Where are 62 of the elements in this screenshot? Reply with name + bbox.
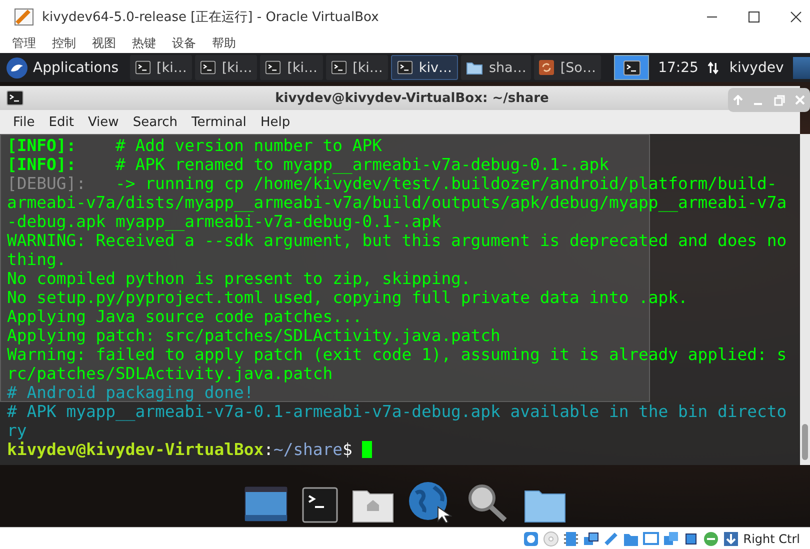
- mouse-logo-icon[interactable]: [6, 56, 28, 78]
- menu-item[interactable]: 控制: [46, 34, 82, 52]
- cpu-icon[interactable]: [683, 530, 700, 546]
- terminal-line: Applying Java source code patches...: [7, 307, 364, 326]
- network-icon[interactable]: [583, 530, 600, 546]
- taskbar-item[interactable]: [So…: [534, 55, 601, 80]
- terminal-icon[interactable]: [302, 487, 338, 523]
- applications-menu[interactable]: Applications: [33, 60, 119, 76]
- taskbar-item[interactable]: [ki…: [326, 55, 388, 80]
- close-icon[interactable]: [790, 10, 802, 22]
- panel-item[interactable]: [792, 56, 810, 78]
- menu-item[interactable]: File: [6, 114, 42, 130]
- menu-item[interactable]: Terminal: [184, 114, 254, 130]
- terminal-icon: [134, 60, 151, 75]
- terminal-icon: [622, 60, 640, 76]
- terminal-line: # Android packaging done!: [7, 383, 255, 402]
- menu-item[interactable]: 帮助: [206, 34, 242, 52]
- terminal-line: [DEBUG]: -> running cp /home/kivydev/test/.buildozer/android/platform/build-armeabi-v7a/dists/myapp__armeabi-v7a/build/outputs/apk/debug/myapp__armeabi-v7a-debug.apk myapp__armeabi-v7a-debug-0.1-.apk: [7, 174, 787, 231]
- globe-icon[interactable]: [408, 481, 452, 523]
- scrollbar[interactable]: [800, 134, 810, 465]
- user-menu[interactable]: kivydev: [723, 60, 790, 76]
- terminal-line: kivydev@kivydev-VirtualBox:~/share$: [7, 440, 787, 459]
- terminal-icon: [265, 60, 282, 75]
- keyboard-arrow-icon[interactable]: [723, 530, 740, 546]
- taskbar-item[interactable]: [ki…: [130, 55, 192, 80]
- window-title: kivydev64-5.0-release [正在运行] - Oracle VirtualBox: [42, 8, 380, 26]
- display-icon[interactable]: [643, 530, 660, 546]
- menu-item[interactable]: 视图: [86, 34, 122, 52]
- menu-item[interactable]: 管理: [6, 34, 42, 52]
- menu-item[interactable]: Help: [253, 114, 298, 130]
- menu-item[interactable]: 热键: [126, 34, 162, 52]
- terminal-icon: [6, 90, 24, 106]
- workspace-switcher[interactable]: [614, 55, 650, 80]
- maximize-icon[interactable]: [748, 10, 760, 22]
- menu-item[interactable]: Edit: [42, 114, 81, 130]
- menu-item[interactable]: Search: [126, 114, 184, 130]
- host-key-label: Right Ctrl: [743, 532, 800, 546]
- taskbar-item[interactable]: sha…: [460, 55, 532, 80]
- terminal-icon: [200, 60, 216, 75]
- clock[interactable]: 17:25: [652, 60, 704, 76]
- terminal-icon: [396, 60, 413, 75]
- taskbar-item[interactable]: [ki…: [194, 55, 258, 80]
- refresh-icon: [539, 60, 554, 75]
- terminal-line: No setup.py/pyproject.toml used, copying full private data into .apk.: [7, 288, 689, 307]
- terminal-icon: [330, 60, 347, 75]
- terminal-line: Warning: failed to apply patch (exit code 1), assuming it is already applied: src/patches/SDLActivity.java.patch: [7, 345, 787, 383]
- folder-icon: [466, 60, 483, 74]
- audio-icon[interactable]: [563, 530, 580, 546]
- cursor: [362, 441, 372, 458]
- menu-item[interactable]: 设备: [166, 34, 202, 52]
- terminal-line: [INFO]: # Add version number to APK: [7, 136, 383, 155]
- terminal-line: [INFO]: # APK renamed to myapp__armeabi-v7a-debug-0.1-.apk: [7, 155, 610, 174]
- menu-item[interactable]: View: [80, 114, 126, 130]
- virtualbox-logo-icon: [14, 8, 34, 26]
- taskbar-item[interactable]: kiv…: [390, 55, 458, 80]
- terminal-line: No compiled python is present to zip, skipping.: [7, 269, 472, 288]
- terminal-line: WARNING: Received a --sdk argument, but this argument is deprecated and does nothing.: [7, 231, 787, 269]
- terminal-line: Applying patch: src/patches/SDLActivity.java.patch: [7, 326, 502, 345]
- terminal-title: kivydev@kivydev-VirtualBox: ~/share: [274, 90, 550, 106]
- taskbar-item[interactable]: [ki…: [260, 55, 323, 80]
- desktop-icon[interactable]: [244, 485, 288, 523]
- terminal-line: # APK myapp__armeabi-v7a-0.1-armeabi-v7a-debug.apk available in the bin directory: [7, 402, 787, 440]
